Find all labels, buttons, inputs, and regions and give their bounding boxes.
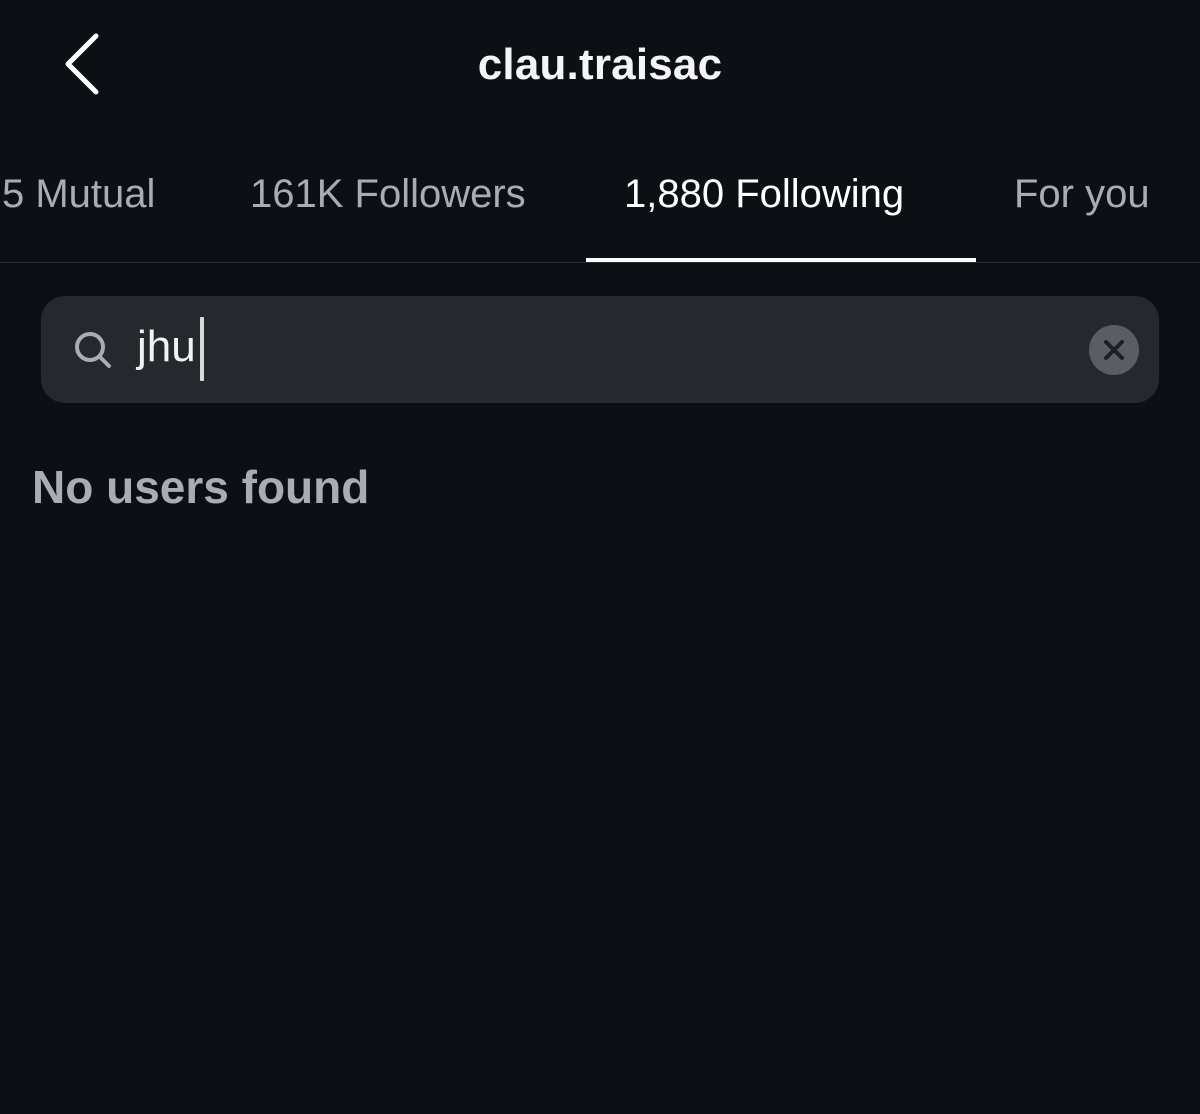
tab-followers[interactable]: 161K Followers <box>250 172 526 217</box>
page-title: clau.traisac <box>477 40 723 89</box>
tab-mutual[interactable]: 5 Mutual <box>2 172 155 217</box>
empty-results-message: No users found <box>32 461 370 513</box>
search-bar[interactable]: jhu <box>41 296 1159 403</box>
search-icon <box>75 332 111 368</box>
tab-bar: 5 Mutual 161K Followers 1,880 Following … <box>0 150 1200 263</box>
text-cursor <box>200 317 204 381</box>
tab-for-you[interactable]: For you <box>1014 172 1150 217</box>
clear-search-button[interactable] <box>1089 325 1139 375</box>
close-icon <box>1104 340 1124 360</box>
active-tab-indicator <box>586 258 976 262</box>
top-bar: clau.traisac <box>0 0 1200 130</box>
tab-following[interactable]: 1,880 Following <box>624 172 904 217</box>
search-input[interactable]: jhu <box>137 322 196 372</box>
